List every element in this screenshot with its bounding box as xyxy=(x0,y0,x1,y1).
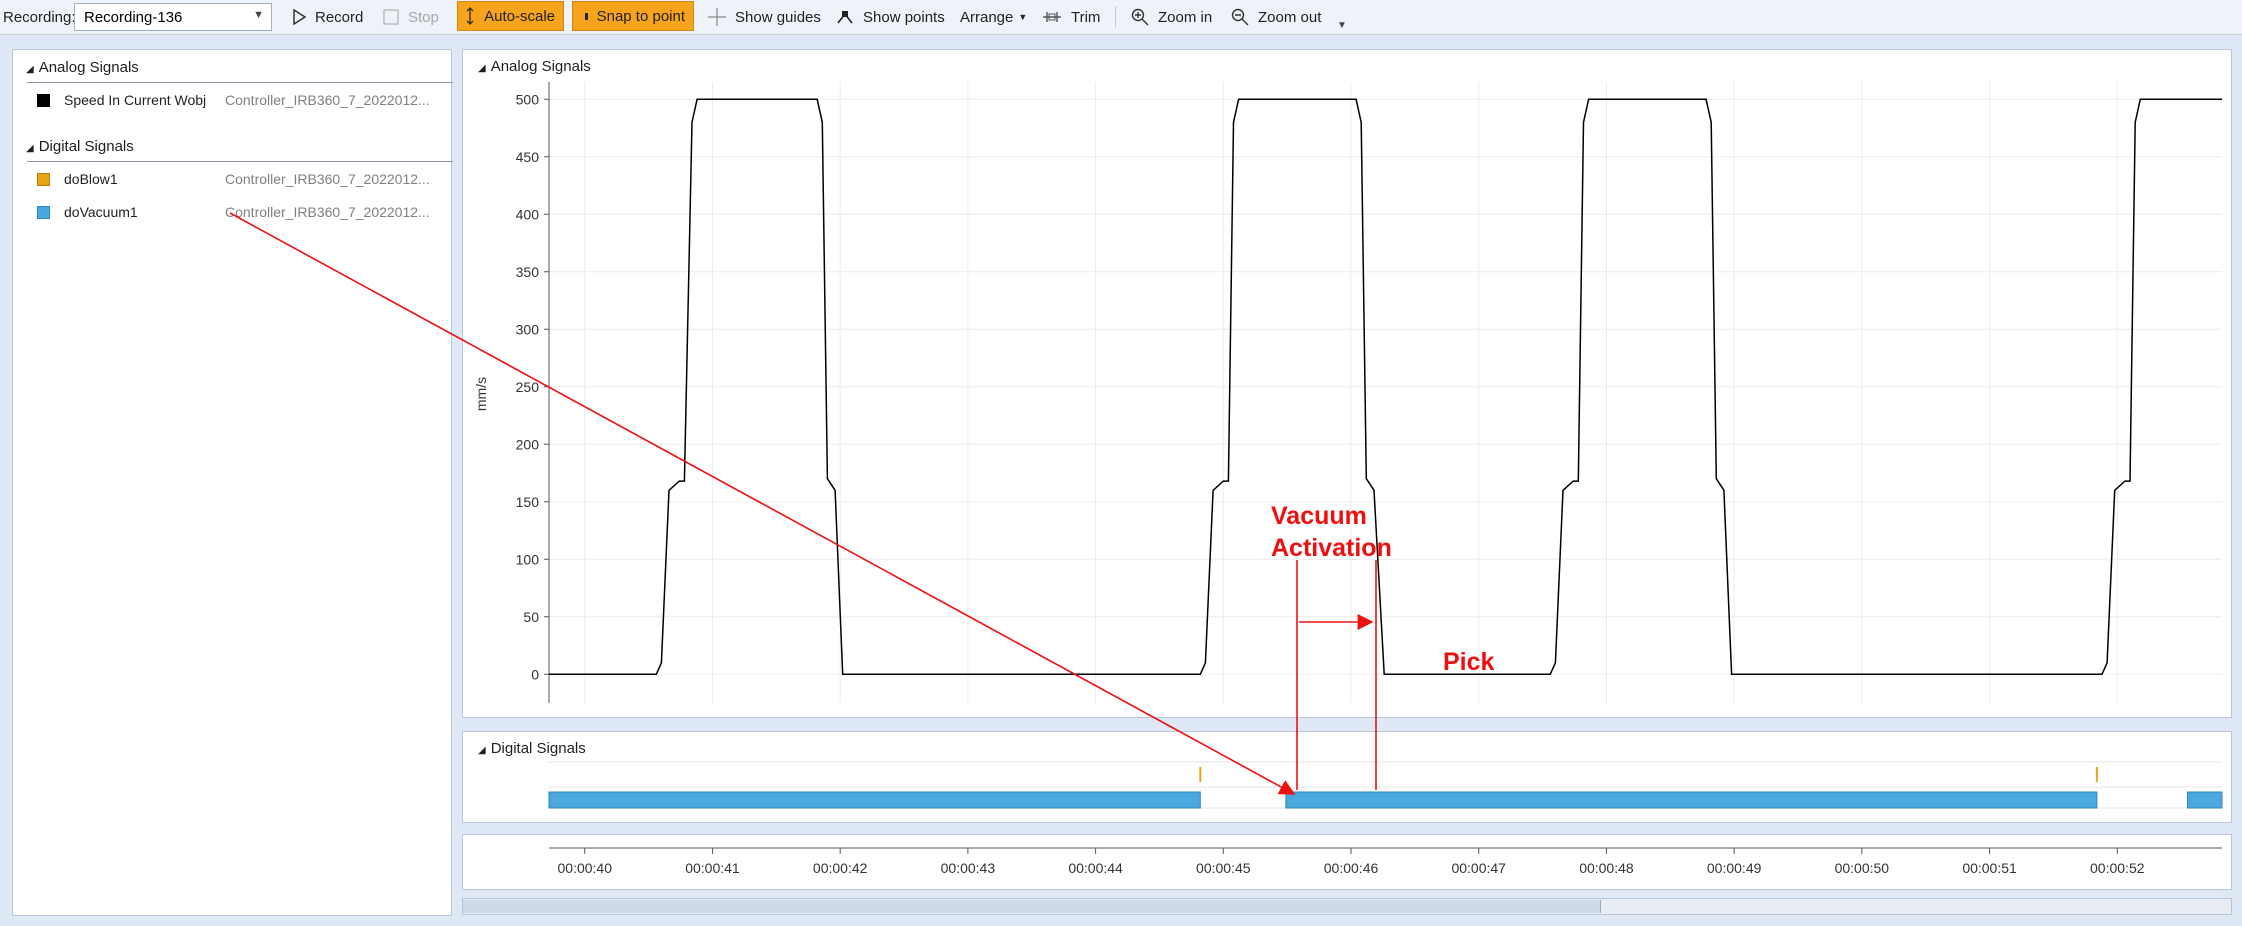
pick-annotation: Pick xyxy=(1443,648,1495,676)
vacuum-on-segment xyxy=(1285,791,2098,809)
y-tick-label: 0 xyxy=(531,666,539,682)
y-tick-label: 400 xyxy=(516,206,540,222)
y-tick-label: 450 xyxy=(516,149,540,165)
y-axis-label: mm/s xyxy=(473,377,489,411)
time-tick-label: 00:00:47 xyxy=(1451,860,1506,876)
y-tick-label: 350 xyxy=(516,264,540,280)
time-tick-label: 00:00:42 xyxy=(813,860,868,876)
y-tick-label: 250 xyxy=(516,379,540,395)
time-tick-label: 00:00:44 xyxy=(1068,860,1123,876)
y-tick-label: 500 xyxy=(516,91,540,107)
vacuum-activation-annotation: Vacuum Activation xyxy=(1271,500,1392,564)
y-tick-label: 200 xyxy=(516,436,540,452)
horizontal-scrollbar[interactable] xyxy=(462,898,2232,915)
scrollbar-thumb[interactable] xyxy=(463,900,1601,913)
time-tick-label: 00:00:45 xyxy=(1196,860,1251,876)
time-tick-label: 00:00:40 xyxy=(558,860,613,876)
time-tick-label: 00:00:43 xyxy=(941,860,996,876)
y-tick-label: 300 xyxy=(516,321,540,337)
time-tick-label: 00:00:51 xyxy=(1962,860,2017,876)
time-tick-label: 00:00:46 xyxy=(1324,860,1379,876)
y-tick-label: 100 xyxy=(516,551,540,567)
time-tick-label: 00:00:48 xyxy=(1579,860,1634,876)
annotation-line: Activation xyxy=(1271,534,1392,562)
vacuum-on-segment xyxy=(548,791,1201,809)
time-tick-label: 00:00:41 xyxy=(685,860,740,876)
timeline-chart: mm/s 0 50 100 150 200 250 300 350 400 450 500 00:00… xyxy=(229,82,2223,876)
time-tick-label: 00:00:50 xyxy=(1835,860,1890,876)
y-tick-label: 50 xyxy=(523,609,539,625)
time-tick-label: 00:00:49 xyxy=(1707,860,1762,876)
annotation-arrow-dovacuum xyxy=(229,212,1296,795)
time-tick-label: 00:00:52 xyxy=(2090,860,2145,876)
y-tick-label: 150 xyxy=(516,494,540,510)
annotation-line: Vacuum xyxy=(1271,502,1367,530)
vacuum-on-segment xyxy=(2187,791,2223,809)
